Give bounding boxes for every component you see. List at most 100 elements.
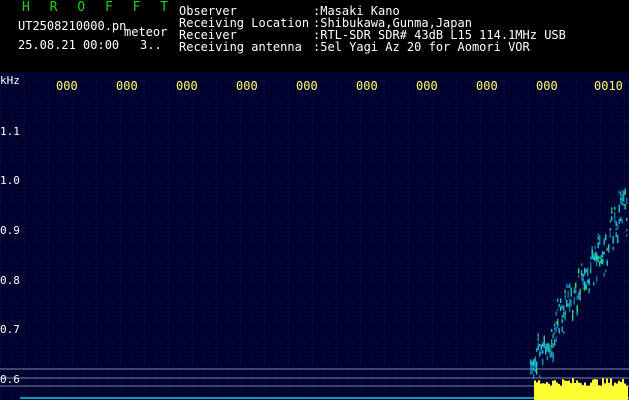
signal-trace [552, 333, 554, 339]
signal-trace [590, 256, 592, 260]
signal-trace [560, 306, 562, 311]
signal-trace [540, 344, 542, 351]
signal-trace [564, 314, 566, 321]
signal-trace [576, 305, 578, 311]
activity-bar [588, 385, 590, 400]
activity-bar [582, 385, 584, 400]
activity-bar [554, 380, 556, 400]
signal-trace [534, 359, 536, 363]
signal-trace [597, 255, 599, 262]
signal-trace [600, 259, 602, 264]
signal-trace [603, 272, 605, 277]
signal-trace [615, 228, 617, 231]
signal-trace [557, 318, 559, 326]
signal-trace [614, 206, 616, 210]
signal-trace [548, 343, 550, 349]
signal-trace [557, 298, 559, 302]
signal-trace [561, 304, 563, 310]
signal-trace [536, 348, 538, 352]
signal-trace [555, 336, 557, 342]
signal-trace [615, 223, 617, 227]
signal-trace [606, 247, 608, 251]
signal-trace [542, 350, 544, 354]
file-name: UT2508210000.pn [18, 19, 127, 33]
signal-trace [582, 287, 584, 290]
time-tick-label: 000 [236, 79, 258, 93]
signal-trace [617, 236, 619, 244]
signal-trace [554, 327, 556, 331]
signal-trace [620, 217, 622, 222]
spectrogram-plot [0, 72, 629, 400]
signal-trace [626, 198, 628, 205]
antenna-label: Receiving antenna [179, 40, 302, 54]
signal-trace [551, 328, 553, 332]
signal-trace [533, 367, 535, 371]
signal-trace [584, 269, 586, 276]
signal-trace [612, 237, 614, 244]
signal-trace [596, 260, 598, 267]
time-tick-label: 000 [116, 79, 138, 93]
activity-bar [602, 378, 604, 400]
signal-trace [558, 328, 560, 331]
signal-trace [569, 301, 571, 308]
signal-trace [539, 352, 541, 357]
signal-trace [588, 287, 590, 294]
signal-trace [549, 353, 551, 358]
signal-trace [542, 358, 544, 366]
signal-trace [557, 308, 559, 311]
activity-bar [586, 385, 588, 400]
detection-count: 3.. [140, 38, 162, 52]
signal-trace [530, 359, 532, 366]
signal-trace [531, 362, 533, 370]
signal-trace [593, 283, 595, 286]
signal-trace [581, 269, 583, 277]
signal-trace [614, 216, 616, 223]
activity-bar [618, 380, 620, 400]
signal-trace [582, 274, 584, 281]
signal-trace [539, 344, 541, 347]
signal-trace [566, 299, 568, 303]
signal-trace [602, 259, 604, 263]
signal-trace [611, 207, 613, 210]
signal-trace [605, 269, 607, 273]
signal-trace [572, 315, 574, 321]
activity-bar [560, 385, 562, 400]
signal-trace [609, 219, 611, 223]
signal-trace [624, 189, 626, 195]
signal-trace [614, 212, 616, 217]
signal-trace [594, 245, 596, 250]
signal-trace [564, 289, 566, 294]
signal-trace [555, 321, 557, 324]
signal-trace [552, 343, 554, 348]
signal-trace [569, 298, 571, 302]
signal-trace [575, 287, 577, 292]
signal-trace [578, 291, 580, 298]
activity-bar [616, 383, 618, 400]
signal-trace [596, 275, 598, 283]
signal-trace [546, 345, 548, 352]
signal-trace [560, 298, 562, 303]
activity-bar [556, 382, 558, 400]
signal-trace [536, 361, 538, 368]
y-tick-label: 1.1 [0, 125, 20, 138]
signal-trace [581, 276, 583, 281]
time-tick-label: 0010 [594, 79, 623, 93]
signal-trace [552, 352, 554, 359]
activity-bar [570, 383, 572, 400]
signal-trace [566, 283, 568, 288]
signal-trace [561, 326, 563, 332]
signal-trace [623, 190, 625, 197]
signal-trace [591, 253, 593, 260]
signal-trace [573, 290, 575, 294]
activity-bar [550, 385, 552, 400]
activity-bar [610, 378, 612, 400]
signal-trace [618, 218, 620, 224]
signal-trace [551, 341, 553, 349]
time-tick-label: 000 [296, 79, 318, 93]
signal-trace [561, 314, 563, 318]
signal-trace [585, 284, 587, 290]
activity-bar [574, 383, 576, 400]
signal-trace [617, 224, 619, 230]
signal-trace [590, 266, 592, 271]
signal-trace [537, 343, 539, 350]
